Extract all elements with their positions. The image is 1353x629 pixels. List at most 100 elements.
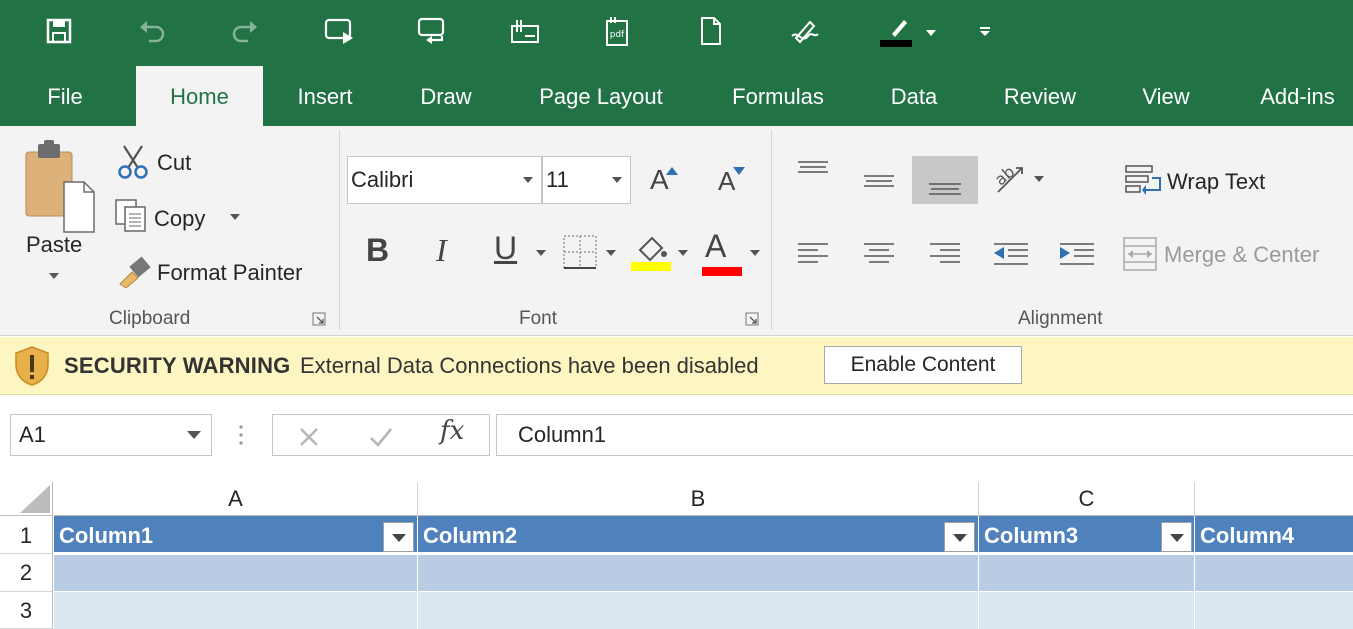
tab-data[interactable]: Data [876,66,952,126]
insert-function-button[interactable]: fx [440,416,464,446]
table-cell[interactable] [418,592,979,629]
table-cell[interactable] [1195,592,1353,629]
orientation-dropdown-icon[interactable] [1034,176,1044,182]
slideshow-icon[interactable] [322,14,356,48]
cancel-entry-icon[interactable] [298,426,320,453]
fill-color-dropdown-icon[interactable] [678,250,688,256]
table-cell[interactable] [1195,555,1353,591]
bold-button[interactable]: B [366,232,389,269]
align-center-icon[interactable] [862,242,896,271]
redo-icon[interactable] [228,14,262,48]
table-header-label: Column4 [1200,523,1295,548]
draw-pen-icon[interactable] [787,14,821,48]
borders-dropdown-icon[interactable] [606,250,616,256]
formula-input[interactable]: Column1 [496,414,1353,456]
reply-icon[interactable] [415,14,449,48]
column-header-d[interactable] [1195,482,1353,516]
tab-page-layout[interactable]: Page Layout [524,66,678,126]
table-header-cell[interactable]: Column3 [979,516,1195,554]
select-all-button[interactable] [0,482,53,516]
fill-color-icon[interactable] [630,232,672,277]
format-painter-icon [116,254,152,293]
customize-arrow-icon[interactable] [970,14,1000,48]
row-header-2[interactable]: 2 [0,554,53,592]
table-header-cell[interactable]: Column1 [54,516,418,554]
orientation-icon[interactable]: ab [991,162,1026,201]
column-header-b[interactable]: B [418,482,979,516]
undo-icon[interactable] [135,14,169,48]
row-header-1[interactable]: 1 [0,516,53,554]
pen-color-dropdown-icon[interactable] [926,30,936,36]
paste-button[interactable]: Paste [26,232,82,258]
middle-align-icon[interactable] [862,172,896,197]
tab-view[interactable]: View [1128,66,1204,126]
top-align-icon[interactable] [796,160,830,185]
format-painter-button[interactable]: Format Painter [157,260,303,286]
font-name-dropdown-icon[interactable] [523,177,533,183]
filter-dropdown-icon[interactable] [1161,522,1192,552]
table-cell[interactable] [54,592,418,629]
font-size-combo[interactable]: 11 [542,156,631,204]
bottom-align-button[interactable] [912,156,978,204]
underline-dropdown-icon[interactable] [536,250,546,256]
tab-file[interactable]: File [28,66,102,126]
column-header-a[interactable]: A [54,482,418,516]
tab-formulas[interactable]: Formulas [716,66,840,126]
copy-button[interactable]: Copy [154,206,205,232]
copy-dropdown-icon[interactable] [230,214,240,220]
row-header-3[interactable]: 3 [0,592,53,629]
underline-button[interactable]: U [494,230,517,267]
name-box-dropdown-icon[interactable] [187,431,201,439]
pdf-icon[interactable]: pdf [600,14,634,48]
save-icon[interactable] [42,14,76,48]
alignment-group-label: Alignment [1018,308,1103,329]
shrink-font-arrow-icon [733,162,745,180]
borders-icon[interactable] [562,234,598,275]
formula-bar-grip-icon[interactable] [238,424,244,451]
table-cell[interactable] [418,555,979,591]
table-cell[interactable] [979,555,1195,591]
table-cell[interactable] [54,555,418,591]
tab-draw[interactable]: Draw [404,66,488,126]
tab-review[interactable]: Review [990,66,1090,126]
enable-content-button[interactable]: Enable Content [824,346,1022,384]
italic-button[interactable]: I [436,232,447,269]
table-cell[interactable] [979,592,1195,629]
wrap-text-button[interactable]: Wrap Text [1167,169,1265,195]
wrap-text-icon [1124,164,1164,201]
tab-insert[interactable]: Insert [280,66,370,126]
table-header-cell[interactable]: Column4 [1195,516,1353,554]
paste-dropdown-icon[interactable] [49,273,59,279]
cut-icon [116,144,150,185]
font-color-dropdown-icon[interactable] [750,250,760,256]
clipboard-launcher-icon[interactable] [312,312,326,326]
merge-center-button[interactable]: Merge & Center [1164,242,1319,268]
pen-color-icon[interactable] [878,14,918,48]
paste-icon[interactable] [18,140,98,236]
align-left-icon[interactable] [796,242,830,271]
increase-indent-icon[interactable] [1058,242,1096,273]
merge-center-icon [1122,236,1158,277]
font-name-combo[interactable]: Calibri [347,156,542,204]
security-warning-bar: SECURITY WARNING External Data Connectio… [0,337,1353,395]
filter-dropdown-icon[interactable] [944,522,975,552]
name-box[interactable]: A1 [10,414,212,456]
font-color-bar-icon [702,263,742,281]
confirm-entry-icon[interactable] [368,426,394,453]
cut-button[interactable]: Cut [157,150,191,176]
column-header-c[interactable]: C [979,482,1195,516]
decrease-indent-icon[interactable] [992,242,1030,273]
grow-font-arrow-icon [666,162,678,180]
font-size-dropdown-icon[interactable] [612,177,622,183]
font-launcher-icon[interactable] [745,312,759,326]
tab-home[interactable]: Home [136,66,263,126]
filter-dropdown-icon[interactable] [383,522,414,552]
table-header-cell[interactable]: Column2 [418,516,979,554]
align-right-icon[interactable] [928,242,962,271]
font-color-button[interactable]: A [705,228,726,265]
signature-icon[interactable] [508,14,542,48]
table-header-label: Column2 [423,523,518,548]
tab-add-ins[interactable]: Add-ins [1242,66,1353,126]
new-document-icon[interactable] [694,14,728,48]
clipboard-group-label: Clipboard [109,308,191,329]
